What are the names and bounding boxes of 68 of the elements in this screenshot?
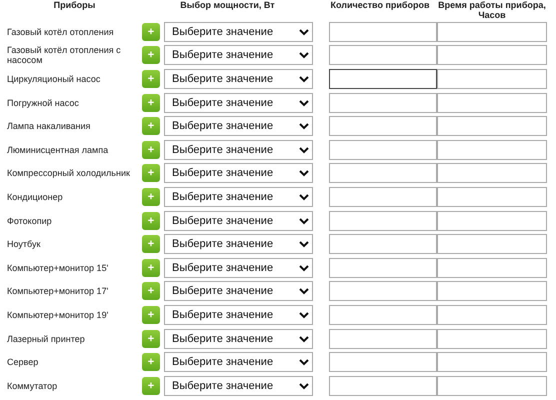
column-header: Приборы (54, 0, 96, 10)
hours-field[interactable] (437, 234, 547, 254)
quantity-field[interactable] (329, 163, 437, 184)
power-select[interactable]: Выберите значение (164, 92, 313, 113)
hours-field[interactable] (437, 92, 547, 113)
hours-field[interactable] (437, 68, 547, 89)
quantity-field[interactable] (329, 186, 437, 207)
device-name: Газовый котёл отопления с насосом (7, 45, 122, 66)
device-name: Коммутатор (7, 380, 58, 391)
quantity-field[interactable] (329, 352, 437, 372)
quantity-field[interactable] (329, 210, 437, 231)
column-header: Выбор мощности, Вт (180, 0, 275, 10)
quantity-field[interactable] (329, 68, 437, 89)
hours-field[interactable] (437, 140, 547, 160)
quantity-field[interactable] (329, 45, 437, 66)
device-name: Компьютер+монитор 15' (7, 262, 108, 273)
quantity-field[interactable] (329, 281, 437, 302)
hours-field[interactable] (437, 352, 547, 372)
hours-field[interactable] (437, 210, 547, 231)
power-select[interactable]: Выберите значение (164, 22, 313, 42)
device-name: Компьютер+монитор 17' (7, 286, 108, 296)
power-select[interactable]: Выберите значение (164, 116, 313, 136)
column-header: Количество приборов (330, 0, 430, 10)
hours-field[interactable] (437, 22, 547, 42)
hours-field[interactable] (437, 186, 547, 207)
power-select[interactable]: Выберите значение (164, 304, 313, 325)
hours-field[interactable] (437, 258, 547, 278)
power-select[interactable]: Выберите значение (164, 186, 313, 207)
quantity-field[interactable] (329, 140, 437, 160)
quantity-field[interactable] (329, 328, 437, 349)
power-select[interactable]: Выберите значение (164, 68, 313, 89)
device-name: Циркуляционый насос (7, 74, 100, 84)
hours-field[interactable] (437, 45, 547, 66)
hours-field[interactable] (437, 116, 547, 136)
power-select[interactable]: Выберите значение (164, 352, 313, 372)
hours-field[interactable] (437, 304, 547, 325)
power-select[interactable]: Выберите значение (164, 258, 313, 278)
device-name: Лампа накаливания (7, 121, 90, 132)
power-select[interactable]: Выберите значение (164, 140, 313, 160)
power-select[interactable]: Выберите значение (164, 281, 313, 302)
device-name: Лазерный принтер (7, 334, 85, 344)
hours-field[interactable] (437, 163, 547, 184)
power-select[interactable]: Выберите значение (164, 210, 313, 231)
power-select[interactable]: Выберите значение (164, 163, 313, 184)
quantity-field[interactable] (329, 376, 437, 396)
power-select[interactable]: Выберите значение (164, 45, 313, 66)
device-name: Газовый котёл отопления (7, 26, 114, 37)
device-name: Компьютер+монитор 19' (7, 310, 108, 320)
device-name: Ноутбук (7, 239, 40, 250)
quantity-field[interactable] (329, 22, 437, 42)
device-name: Компрессорный холодильник (7, 168, 130, 178)
device-name: Сервер (7, 357, 38, 368)
column-header: Время работы прибора, Часов (438, 0, 546, 20)
power-select[interactable]: Выберите значение (164, 376, 313, 396)
device-name: Кондиционер (7, 192, 63, 202)
hours-field[interactable] (437, 281, 547, 302)
quantity-field[interactable] (329, 116, 437, 136)
power-select[interactable]: Выберите значение (164, 234, 313, 254)
quantity-field[interactable] (329, 92, 437, 113)
hours-field[interactable] (437, 376, 547, 396)
quantity-field[interactable] (329, 304, 437, 325)
quantity-field[interactable] (329, 258, 437, 278)
device-name: Люминисцентная лампа (7, 144, 108, 155)
power-select[interactable]: Выберите значение (164, 328, 313, 349)
quantity-field[interactable] (329, 234, 437, 254)
device-name: Фотокопир (7, 216, 52, 226)
device-name: Погружной насос (7, 98, 79, 108)
hours-field[interactable] (437, 328, 547, 349)
